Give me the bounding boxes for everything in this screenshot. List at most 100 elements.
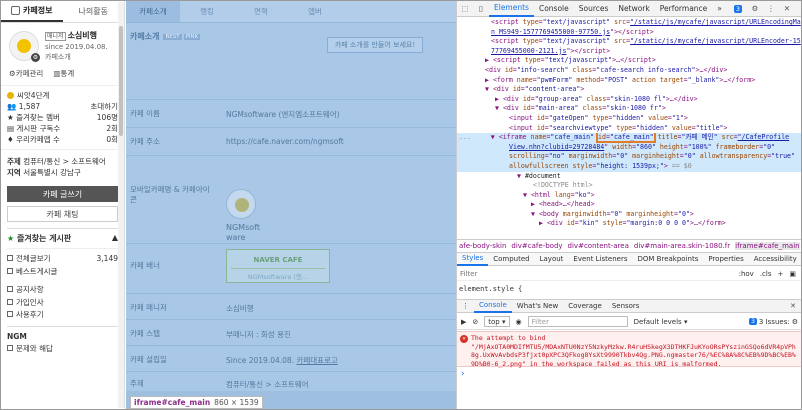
breadcrumb-item[interactable]: div#main-area.skin-1080.fr: [634, 242, 730, 250]
avatar[interactable]: ⚙: [9, 31, 40, 62]
clear-console-icon[interactable]: ⊘: [472, 318, 478, 326]
write-post-button[interactable]: 카페 글쓰기: [7, 186, 118, 202]
menu-item-label: 공지사항: [16, 285, 44, 294]
tab-accessibility[interactable]: Accessibility: [749, 252, 801, 266]
row-value: 컴퓨터/통신 > 소프트웨어: [226, 380, 309, 389]
console-error[interactable]: ✕ The attempt to bind "/MjAxOTA0MDIfMTU5…: [457, 331, 801, 368]
close-icon[interactable]: ✕: [790, 302, 801, 310]
topic-value[interactable]: 컴퓨터/통신 > 소프트웨어: [23, 157, 106, 166]
dom-line[interactable]: <input id="searchviewtype" type="hidden"…: [457, 124, 801, 134]
breadcrumb-item[interactable]: iframe#cafe_main: [735, 241, 800, 250]
tab-ranking[interactable]: 랭킹: [180, 1, 234, 22]
sidebar-scrollbar[interactable]: [118, 2, 124, 408]
founded-link[interactable]: 카페대표로고: [296, 356, 337, 365]
dom-line[interactable]: ▼ <html lang="ko">: [457, 191, 801, 201]
console-filter-input[interactable]: Filter: [527, 316, 628, 327]
menu-item[interactable]: 베스트게시글: [7, 266, 118, 279]
menu-item[interactable]: 가입인사: [7, 297, 118, 310]
tab-coverage[interactable]: Coverage: [563, 299, 607, 313]
dom-line[interactable]: ▶ <head>…</head>: [457, 200, 801, 210]
tab-styles[interactable]: Styles: [457, 252, 489, 266]
make-intro-button[interactable]: 카페 소개를 만들어 보세요!: [327, 37, 423, 53]
hov-button[interactable]: :hov: [739, 270, 754, 278]
cafe-chat-button[interactable]: 카페 채팅: [7, 206, 118, 222]
breadcrumb-item[interactable]: div#cafe-body: [511, 242, 562, 250]
tab-sensors[interactable]: Sensors: [607, 299, 645, 313]
dom-line[interactable]: ▶ <div id="kin" style="margin:0 0 0 0">……: [457, 219, 801, 229]
dom-line[interactable]: ▶ <div id="group-area" class="skin-1080 …: [457, 95, 801, 105]
tab-sources[interactable]: Sources: [574, 1, 614, 17]
dom-tree[interactable]: <script type="text/javascript" src="/sta…: [457, 18, 801, 239]
row-value[interactable]: https://cafe.naver.com/ngmsoft: [226, 137, 344, 146]
more-tabs-icon[interactable]: »: [712, 1, 727, 17]
tab-intro[interactable]: 카페소개: [126, 1, 180, 22]
tab-event-listeners[interactable]: Event Listeners: [568, 252, 632, 266]
dom-line[interactable]: <!DOCTYPE html>: [457, 181, 801, 191]
tab-computed[interactable]: Computed: [488, 252, 534, 266]
dom-line-selected[interactable]: ... ▼ <iframe name="cafe_main" id="cafe_…: [457, 133, 801, 143]
console-prompt[interactable]: ›: [461, 369, 465, 379]
dom-line[interactable]: ▼ #document: [457, 172, 801, 182]
dom-line[interactable]: ▼ <div id="content-area">: [457, 85, 801, 95]
new-style-icon[interactable]: ▣: [789, 270, 796, 278]
invite-link[interactable]: 초대하기: [90, 101, 118, 112]
banner-title: NAVER CAFE: [253, 256, 303, 264]
eye-icon[interactable]: ◉: [516, 318, 522, 326]
tab-my-activity[interactable]: 나의활동: [63, 1, 125, 22]
tab-properties[interactable]: Properties: [703, 252, 748, 266]
breadcrumb-item[interactable]: div#content-area: [568, 242, 629, 250]
tab-dom-breakpoints[interactable]: DOM Breakpoints: [633, 252, 704, 266]
issues-badge[interactable]: 3: [727, 1, 747, 17]
gear-icon[interactable]: ⚙: [31, 53, 40, 62]
dom-line[interactable]: ▶ <form name="pwmForm" method="POST" act…: [457, 76, 801, 86]
tab-members[interactable]: 앱버: [288, 1, 342, 22]
device-icon[interactable]: ▯: [473, 1, 489, 17]
dom-line-selected[interactable]: allowfullscreen style="height: 1539px;">…: [457, 161, 801, 172]
gear-icon[interactable]: ⚙: [747, 1, 763, 17]
tab-console[interactable]: Console: [534, 1, 574, 17]
tab-network[interactable]: Network: [613, 1, 654, 17]
tab-cafe-info[interactable]: 카페정보: [1, 1, 63, 22]
sidebar-toggle-icon[interactable]: ▶: [461, 318, 466, 326]
drawer-menu-icon[interactable]: ⋮: [457, 299, 474, 313]
breadcrumb-item[interactable]: afe-body-skin: [459, 242, 506, 250]
cafe-manage-link[interactable]: ⚙카페관리: [9, 68, 43, 79]
dom-line[interactable]: n_MS949-1577769455000-97750.js"></script…: [457, 28, 801, 38]
cafe-intro-link[interactable]: 카페소개: [45, 52, 108, 62]
members-count[interactable]: 👥 1,587: [7, 101, 40, 112]
add-icon[interactable]: +: [778, 270, 784, 278]
close-icon[interactable]: ✕: [779, 1, 795, 17]
menu-item[interactable]: 공지사항: [7, 284, 118, 297]
tab-performance[interactable]: Performance: [655, 1, 713, 17]
cls-button[interactable]: .cls: [760, 270, 772, 278]
dom-line[interactable]: 77769455000-2121.js"></script>: [457, 47, 801, 57]
tab-drawer-console[interactable]: Console: [474, 299, 512, 313]
menu-item[interactable]: 문제와 해답: [7, 343, 118, 356]
dom-line[interactable]: ▼ <div id="main-area" class="skin-1080 f…: [457, 104, 801, 114]
issues-link[interactable]: 33 Issues: ⚙: [749, 318, 798, 326]
menu-item[interactable]: 사용후기: [7, 309, 118, 322]
dom-line[interactable]: <script type="text/javascript" src="/sta…: [457, 37, 801, 47]
dom-line-selected[interactable]: scrolling="no" marginwidth="0" marginhei…: [457, 152, 801, 162]
styles-filter-input[interactable]: Filter: [460, 270, 477, 278]
manager-name[interactable]: 소심비행: [68, 31, 97, 40]
tab-history[interactable]: 연혁: [234, 1, 288, 22]
dom-line[interactable]: <div id="info-search" class="cafe-search…: [457, 66, 801, 76]
kebab-icon[interactable]: ⋮: [763, 1, 779, 17]
dom-line-selected[interactable]: View.nhn?clubid=29728484" width="860" he…: [457, 142, 801, 153]
stats-label: 통계: [60, 69, 75, 78]
menu-item[interactable]: 전체글보기 3,149: [7, 253, 118, 266]
tab-layout[interactable]: Layout: [535, 252, 569, 266]
favorite-boards-header: ★ 즐겨찾는 게시판 ▲: [7, 228, 118, 249]
inspect-icon[interactable]: ⬚: [457, 1, 473, 17]
tab-elements[interactable]: Elements: [489, 1, 534, 17]
row-value: NGMsoftware (엔지엠소프트웨어): [226, 110, 340, 119]
dom-line[interactable]: ▶ <script type="text/javascript">…</scri…: [457, 56, 801, 66]
dom-line[interactable]: ▼ <body marginwidth="0" marginheight="0"…: [457, 210, 801, 220]
context-select[interactable]: top ▾: [484, 316, 510, 327]
tab-whats-new[interactable]: What's New: [512, 299, 563, 313]
dom-line[interactable]: <script type="text/javascript" src="/sta…: [457, 18, 801, 28]
dom-line[interactable]: <input id="gateOpen" type="hidden" value…: [457, 114, 801, 124]
levels-select[interactable]: Default levels ▾: [634, 318, 688, 326]
stats-link[interactable]: ▥통계: [53, 68, 74, 79]
